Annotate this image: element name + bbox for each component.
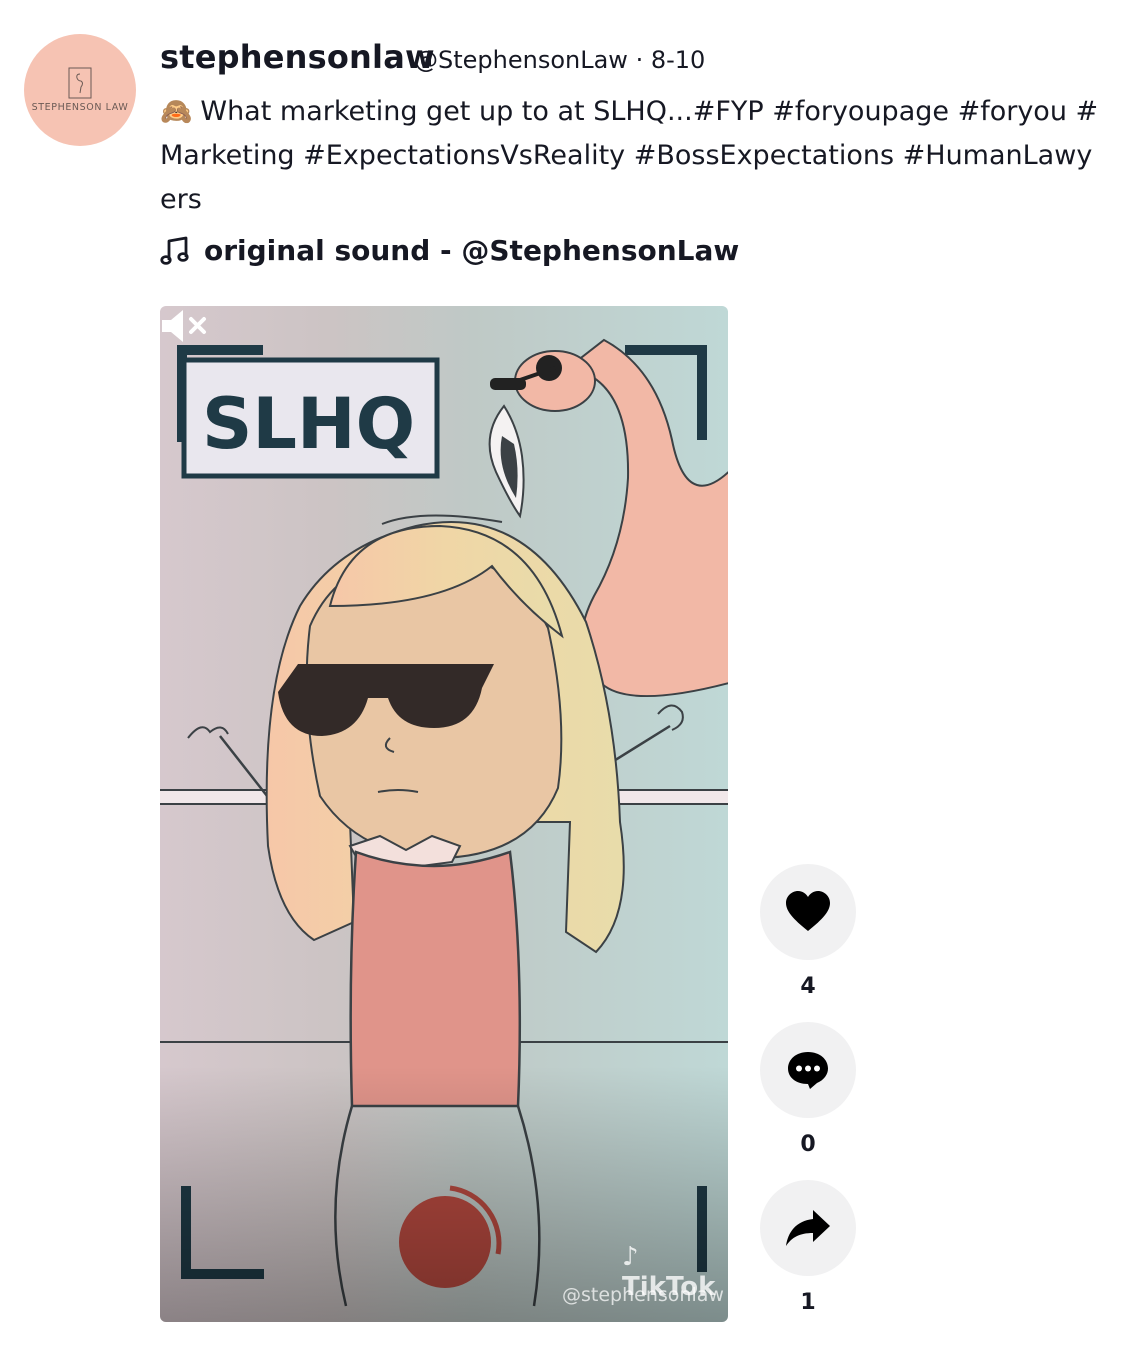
comment-count: 0 — [800, 1132, 816, 1157]
sound-link[interactable]: original sound - @StephensonLaw — [160, 234, 739, 267]
caption-text: What marketing get up to at SLHQ...#FYP … — [160, 96, 1099, 215]
author-handle-line: @StephensonLaw · 8-10 — [414, 46, 705, 74]
see-no-evil-monkey-emoji: 🙈 — [160, 97, 193, 127]
separator-dot: · — [635, 46, 651, 74]
post-date: 8-10 — [650, 46, 706, 74]
heart-icon — [786, 891, 830, 931]
author-avatar[interactable]: STEPHENSON LAW — [24, 34, 136, 146]
video-player[interactable]: SLHQ ♪ TikTok @stephensonlaw — [160, 306, 728, 1322]
author-username[interactable]: stephensonlaw — [160, 38, 435, 76]
sound-title: original sound - @StephensonLaw — [204, 234, 740, 267]
flamingo-logo-icon — [68, 67, 92, 99]
author-handle[interactable]: @StephensonLaw — [414, 46, 628, 74]
video-frame-illustration: SLHQ — [160, 338, 728, 1322]
share-button[interactable] — [760, 1180, 856, 1276]
avatar-text: STEPHENSON LAW — [31, 102, 129, 113]
volume-muted-icon[interactable] — [160, 306, 210, 346]
sign-text: SLHQ — [202, 383, 415, 465]
comment-button[interactable] — [760, 1022, 856, 1118]
post-caption: 🙈 What marketing get up to at SLHQ...#FYP… — [160, 90, 1100, 222]
music-note-icon — [160, 236, 189, 265]
like-count: 4 — [800, 974, 816, 999]
share-count: 1 — [800, 1290, 816, 1315]
tiktok-logo-icon: ♪ — [622, 1242, 639, 1272]
comment-icon — [788, 1052, 828, 1089]
watermark-handle: @stephensonlaw — [562, 1284, 724, 1306]
share-arrow-icon — [786, 1210, 830, 1246]
like-button[interactable] — [760, 864, 856, 960]
